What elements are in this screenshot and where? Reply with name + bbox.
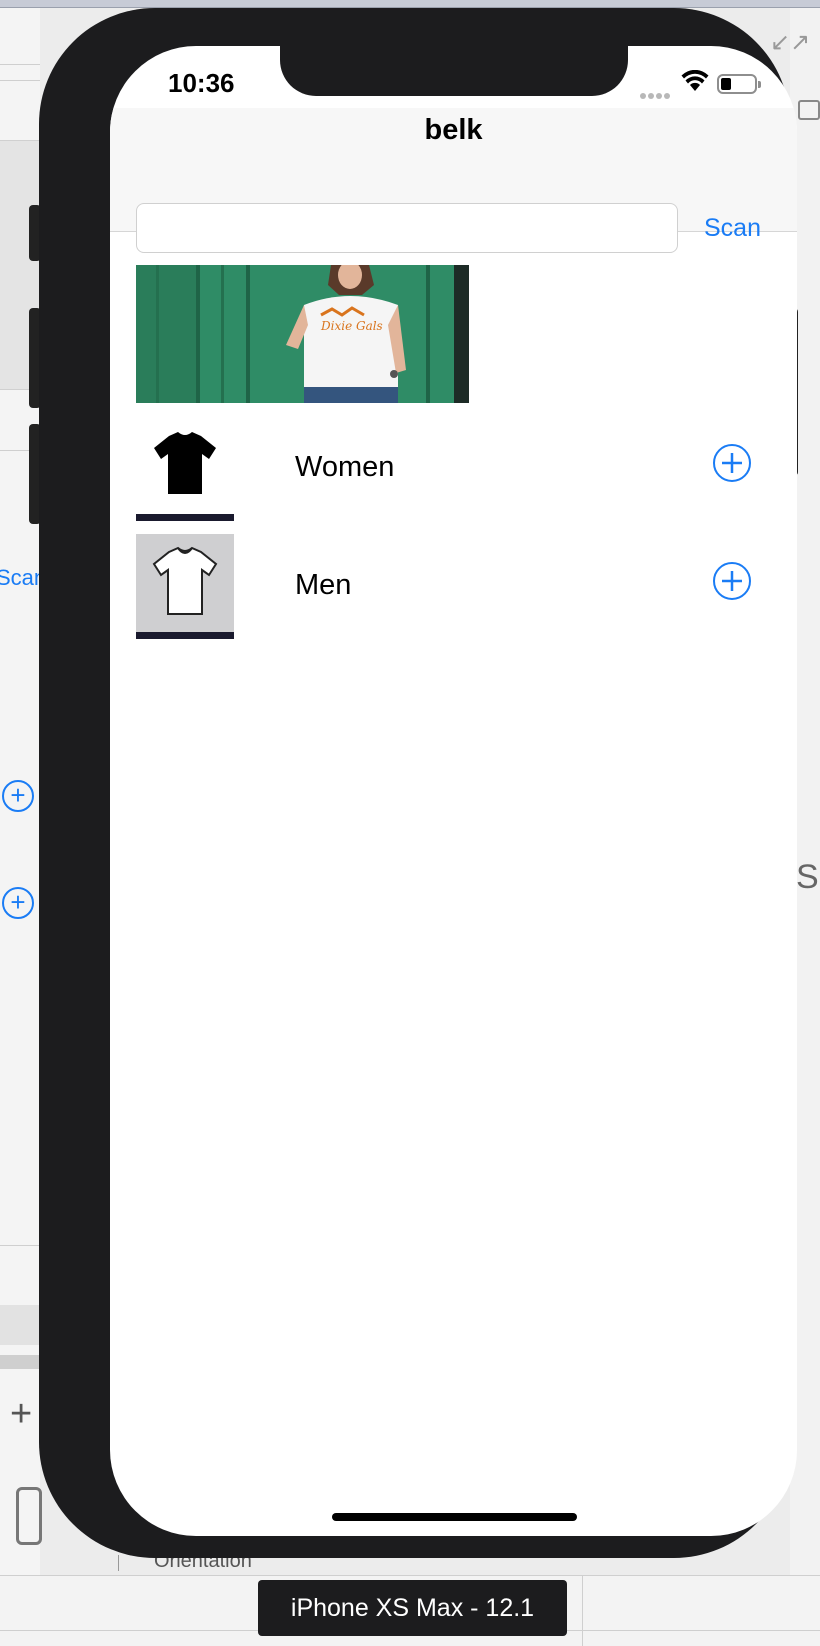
inspector-icon[interactable] xyxy=(798,100,820,120)
scan-button[interactable]: Scan xyxy=(704,214,761,243)
cellular-signal-icon xyxy=(640,86,672,104)
svg-text:Dixie Gals: Dixie Gals xyxy=(320,319,383,333)
divider xyxy=(118,1555,119,1571)
search-input[interactable] xyxy=(136,203,678,253)
home-indicator[interactable] xyxy=(332,1513,577,1521)
status-time: 10:36 xyxy=(168,68,235,98)
iphone-device-icon[interactable] xyxy=(16,1487,42,1545)
storyboard-scroll-strip xyxy=(0,1355,40,1369)
category-label: Men xyxy=(295,569,352,601)
storyboard-toolbar-strip xyxy=(0,1305,40,1345)
inspector-partial-label: S xyxy=(796,858,819,896)
thumbnail-caption-bar xyxy=(136,514,234,521)
xcode-titlebar xyxy=(0,0,820,8)
list-item[interactable]: Men xyxy=(110,534,797,644)
expand-arrows-icon[interactable]: ↙↗ xyxy=(770,28,810,57)
storyboard-add-icon[interactable]: + xyxy=(2,780,34,812)
add-button[interactable] xyxy=(713,444,751,482)
plus-icon xyxy=(722,453,742,473)
simulator-device-label: iPhone XS Max - 12.1 xyxy=(258,1580,567,1636)
battery-icon xyxy=(717,74,761,94)
plus-icon xyxy=(722,571,742,591)
women-thumbnail xyxy=(136,416,234,521)
banner-image: Dixie Gals xyxy=(136,265,469,403)
divider xyxy=(0,1245,40,1246)
banner-photo: Dixie Gals xyxy=(136,265,469,403)
iphone-frame: belk 10:36 Scan Dixie Gals Women Men xyxy=(39,8,797,1558)
thumbnail-caption-bar xyxy=(136,632,234,639)
notch xyxy=(280,46,628,96)
tshirt-black-icon xyxy=(136,416,234,514)
divider xyxy=(0,64,40,65)
divider xyxy=(582,1575,583,1646)
category-label: Women xyxy=(295,451,395,483)
divider xyxy=(0,80,40,81)
page-title: belk xyxy=(424,114,483,146)
add-icon[interactable]: + xyxy=(10,1395,32,1433)
add-button[interactable] xyxy=(713,562,751,600)
list-item[interactable]: Women xyxy=(110,416,797,526)
app-screen: belk 10:36 Scan Dixie Gals Women Men xyxy=(110,46,797,1536)
wifi-icon xyxy=(681,70,709,91)
tshirt-white-icon xyxy=(136,534,234,632)
men-thumbnail xyxy=(136,534,234,639)
storyboard-add-icon[interactable]: + xyxy=(2,887,34,919)
